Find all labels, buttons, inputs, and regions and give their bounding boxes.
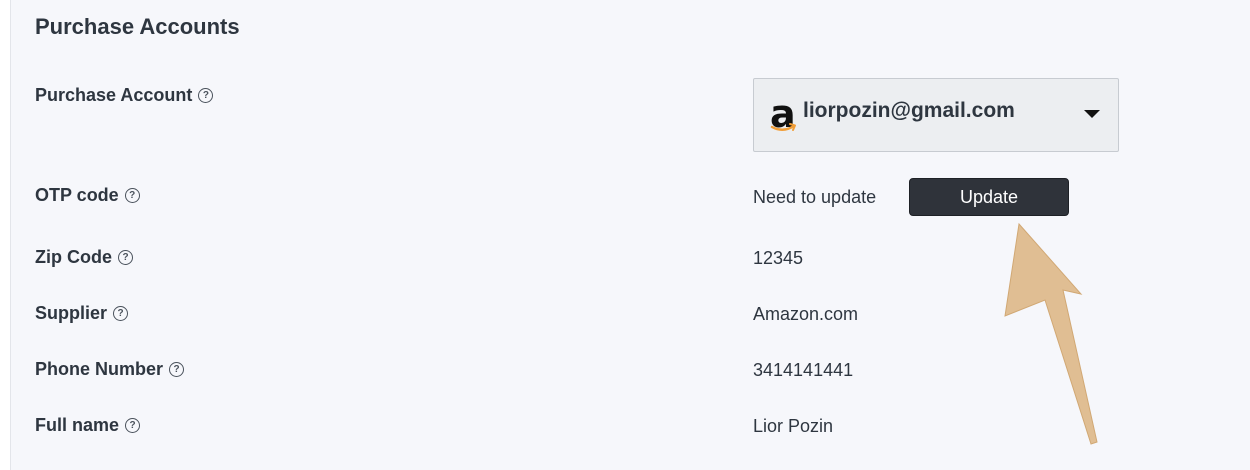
zip-code-label-text: Zip Code <box>35 247 112 267</box>
supplier-value: Amazon.com <box>753 304 859 324</box>
phone-number-label: Phone Number ? <box>35 359 185 380</box>
purchase-account-value: liorpozin@gmail.com <box>803 99 1015 122</box>
help-icon[interactable]: ? <box>113 306 129 321</box>
purchase-account-select[interactable]: a liorpozin@gmail.com <box>753 78 1119 152</box>
help-icon[interactable]: ? <box>124 188 140 203</box>
help-icon[interactable]: ? <box>125 418 141 433</box>
help-icon[interactable]: ? <box>169 362 185 377</box>
annotation-arrow-icon <box>1004 222 1098 445</box>
supplier-label: Supplier ? <box>35 303 129 324</box>
amazon-logo-icon: a <box>770 92 796 136</box>
help-icon[interactable]: ? <box>198 88 214 103</box>
section-title: Purchase Accounts <box>35 14 240 39</box>
otp-code-label: OTP code ? <box>35 185 140 206</box>
update-button[interactable]: Update <box>909 178 1069 216</box>
otp-code-label-text: OTP code <box>35 185 119 205</box>
full-name-label: Full name ? <box>35 415 141 436</box>
phone-number-value: 3414141441 <box>753 360 854 380</box>
purchase-account-label: Purchase Account ? <box>35 85 214 106</box>
purchase-accounts-panel: Purchase Accounts Purchase Account ? a l… <box>10 0 1250 470</box>
supplier-label-text: Supplier <box>35 303 108 323</box>
chevron-down-icon <box>1084 110 1100 118</box>
full-name-value: Lior Pozin <box>753 416 834 436</box>
otp-status: Need to update <box>753 187 877 207</box>
zip-code-label: Zip Code ? <box>35 247 133 268</box>
phone-number-label-text: Phone Number <box>35 359 164 379</box>
zip-code-value: 12345 <box>753 248 804 268</box>
purchase-account-label-text: Purchase Account <box>35 85 193 105</box>
help-icon[interactable]: ? <box>118 250 133 265</box>
full-name-label-text: Full name <box>35 415 120 435</box>
